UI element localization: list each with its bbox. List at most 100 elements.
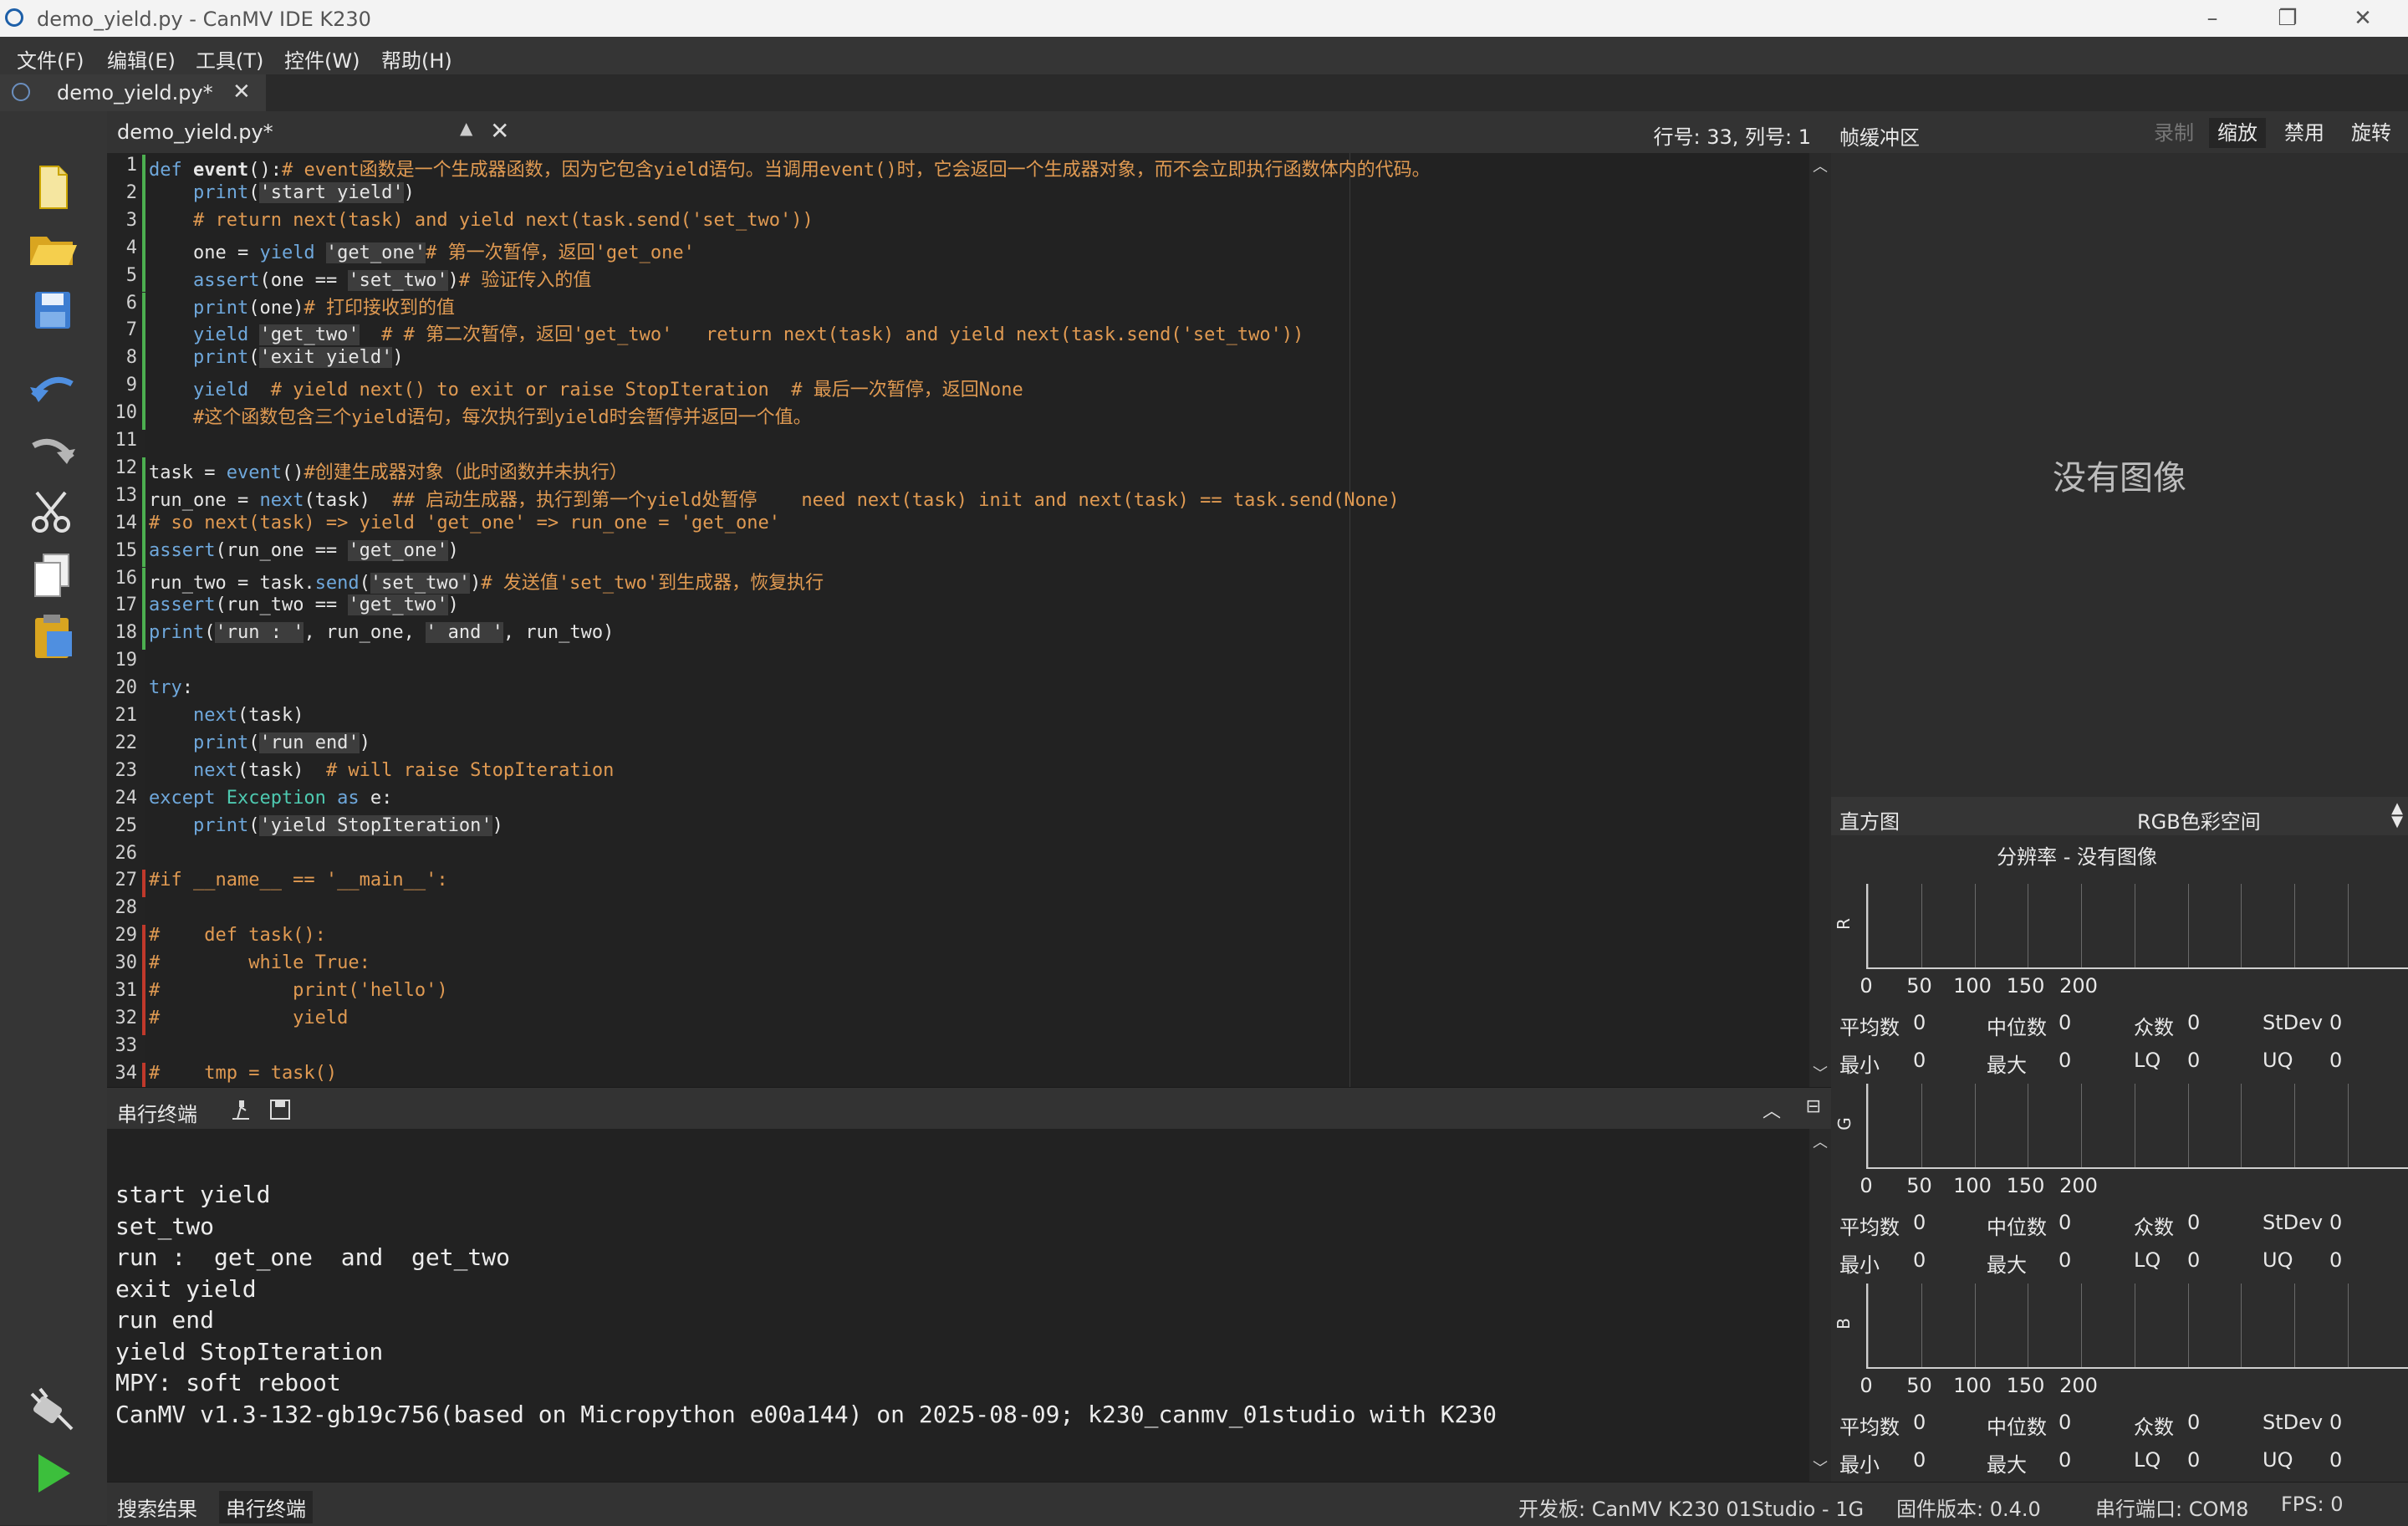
terminal-scroll-down-icon[interactable]: ﹀ (1813, 1457, 1828, 1478)
editor-scrollbar[interactable]: ︿ ﹀ (1809, 153, 1831, 1087)
editor-file-name[interactable]: demo_yield.py* (117, 120, 273, 144)
code-token: send (314, 572, 360, 594)
menu-widgets[interactable]: 控件(W) (284, 44, 360, 74)
code-token: event (192, 160, 249, 181)
code-line[interactable]: # tmp = task() (149, 1063, 337, 1084)
code-token: # while True: (149, 952, 370, 974)
code-line[interactable]: next(task) (149, 705, 304, 726)
histogram-resolution: 分辨率 - 没有图像 (1997, 845, 2157, 869)
menu-edit[interactable]: 编辑(E) (107, 44, 176, 74)
code-line[interactable]: print('yield StopIteration') (149, 814, 503, 836)
colorspace-select-arrows-icon[interactable]: ▲ ▼ (2391, 801, 2403, 829)
modified-line-marker (142, 512, 145, 540)
undo-icon[interactable] (25, 362, 80, 417)
code-line[interactable]: assert(run_two == 'get_two') (149, 595, 459, 616)
redo-icon[interactable] (25, 424, 80, 479)
code-line[interactable]: print('start yield') (149, 181, 415, 203)
code-line[interactable]: assert(one == 'set_two')# 验证传入的值 (149, 265, 591, 292)
code-line[interactable]: def event():# event函数是一个生成器函数，因为它包含yield… (149, 155, 1431, 181)
colorspace-select[interactable]: RGB色彩空间 (2137, 805, 2261, 834)
histogram-stat-label-median: 中位数 (1987, 1216, 2047, 1239)
cut-icon[interactable] (25, 486, 80, 541)
restore-button[interactable]: ❐ (2263, 3, 2313, 33)
line-number: 18 (115, 622, 138, 644)
serial-terminal-output[interactable]: start yield set_two run : get_one and get_… (107, 1129, 1809, 1482)
tab-serial-terminal[interactable]: 串行终端 (219, 1491, 313, 1523)
code-token: print (192, 347, 249, 369)
histogram-tick-label: 50 (1906, 1374, 1932, 1397)
terminal-scrollbar[interactable]: ︿ ﹀ (1809, 1129, 1831, 1482)
status-bar: 搜索结果 串行终端 开发板: CanMV K230 01Studio - 1G … (107, 1482, 2408, 1526)
code-line[interactable]: print('exit yield') (149, 347, 404, 369)
code-line[interactable]: print('run end') (149, 732, 370, 753)
connect-icon[interactable] (25, 1382, 80, 1437)
file-select-arrows-icon[interactable]: ▲ (460, 118, 472, 138)
minimize-button[interactable]: – (2187, 3, 2237, 33)
histogram-stat-label-median: 中位数 (1987, 1416, 2047, 1439)
code-line[interactable]: # while True: (149, 952, 370, 973)
zoom-button[interactable]: 缩放 (2209, 118, 2266, 148)
code-line[interactable]: run_one = next(task) ## 启动生成器，执行到第一个yiel… (149, 485, 1400, 512)
code-line[interactable]: run_two = task.send('set_two')# 发送值'set_… (149, 568, 824, 595)
code-token: #if __name__ == '__main__': (149, 870, 448, 891)
save-icon[interactable] (25, 283, 80, 339)
scroll-up-icon[interactable]: ︿ (1813, 155, 1828, 176)
menu-help[interactable]: 帮助(H) (381, 44, 452, 74)
code-line[interactable]: yield # yield next() to exit or raise St… (149, 375, 1023, 401)
code-token: ( (248, 814, 260, 836)
histogram-stat-label-min: 最小 (1839, 1253, 1880, 1277)
modified-line-marker (142, 209, 145, 237)
code-line[interactable]: print(one)# 打印接收到的值 (149, 293, 455, 319)
code-token: # 发送值'set_two'到生成器，恢复执行 (481, 572, 824, 594)
code-editor[interactable]: 1 2 3 4 5 6 7 8 9 10 11 12 13 14 15 16 17 18 19 20 21 22 23 24 2… (107, 153, 1809, 1087)
code-line[interactable]: # def task(): (149, 925, 326, 946)
collapse-terminal-icon[interactable]: ︿ (1763, 1096, 1781, 1123)
code-line[interactable]: one = yield 'get_one'# 第一次暂停，返回'get_one' (149, 237, 695, 264)
code-token: ) (447, 595, 459, 616)
histogram-gridline (1921, 1084, 1922, 1167)
close-window-button[interactable]: ✕ (2338, 3, 2388, 33)
line-number: 8 (125, 347, 137, 369)
disable-button[interactable]: 禁用 (2276, 118, 2333, 148)
code-line[interactable]: except Exception as e: (149, 788, 392, 809)
menu-tools[interactable]: 工具(T) (196, 44, 263, 74)
terminal-scroll-up-icon[interactable]: ︿ (1813, 1130, 1828, 1152)
code-token: #这个函数包含三个yield语句，每次执行到yield时会暂停并返回一个值。 (192, 407, 812, 429)
tab-search-results[interactable]: 搜索结果 (110, 1491, 204, 1523)
run-icon[interactable] (25, 1446, 80, 1501)
code-line[interactable]: #if __name__ == '__main__': (149, 870, 448, 891)
code-line[interactable]: #这个函数包含三个yield语句，每次执行到yield时会暂停并返回一个值。 (149, 402, 812, 429)
record-button[interactable]: 录制 (2145, 118, 2202, 148)
code-line[interactable]: yield 'get_two' # # 第二次暂停，返回'get_two' re… (149, 319, 1303, 346)
code-line[interactable]: print('run : ', run_one, ' and ', run_tw… (149, 622, 614, 644)
menu-file[interactable]: 文件(F) (17, 44, 84, 74)
code-line[interactable]: # print('hello') (149, 980, 448, 1001)
modified-line-marker (142, 567, 145, 595)
paste-icon[interactable] (25, 610, 80, 665)
file-tab[interactable]: demo_yield.py* ✕ (0, 74, 266, 111)
copy-icon[interactable] (25, 548, 80, 603)
open-folder-icon[interactable] (25, 222, 80, 277)
code-line[interactable]: # so next(task) => yield 'get_one' => ru… (149, 513, 780, 533)
code-line[interactable]: try: (149, 677, 193, 698)
histogram-stat-label-mean: 平均数 (1839, 1416, 1900, 1439)
code-line[interactable]: # yield (149, 1008, 348, 1028)
code-line[interactable]: assert(run_one == 'get_one') (149, 539, 459, 561)
rotate-button[interactable]: 旋转 (2343, 118, 2400, 148)
clear-terminal-icon[interactable] (229, 1099, 253, 1120)
code-token: (one == (259, 269, 349, 291)
close-editor-icon[interactable]: ✕ (490, 117, 509, 145)
histogram-tick-label: 0 (1860, 1374, 1873, 1397)
new-file-icon[interactable] (25, 160, 80, 215)
line-number: 5 (125, 264, 137, 286)
code-line[interactable]: # return next(task) and yield next(task.… (149, 210, 814, 231)
scroll-down-icon[interactable]: ﹀ (1813, 1062, 1828, 1084)
close-tab-icon[interactable]: ✕ (232, 79, 251, 105)
code-token: ) (470, 572, 482, 594)
code-line[interactable]: next(task) # will raise StopIteration (149, 760, 614, 781)
save-log-icon[interactable] (269, 1099, 291, 1120)
code-line[interactable]: task = event()#创建生成器对象（此时函数并未执行） (149, 457, 628, 484)
maximize-terminal-icon[interactable]: ⊟ (1806, 1096, 1821, 1117)
